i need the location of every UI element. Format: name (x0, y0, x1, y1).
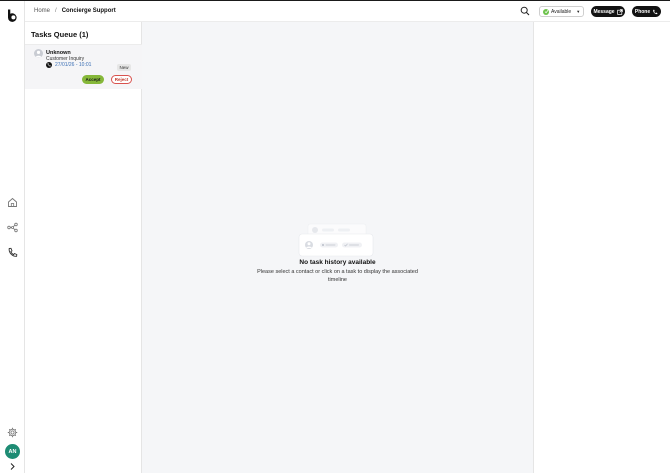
call-icon (46, 62, 52, 68)
left-rail: AN (0, 1, 25, 473)
search-icon[interactable] (520, 6, 530, 16)
available-check-icon (543, 8, 549, 15)
breadcrumb-current: Concierge Support (61, 8, 116, 14)
brand-logo[interactable] (6, 9, 19, 22)
phone-icon (653, 9, 658, 14)
task-timestamp: 27/01/26 - 10:01 (55, 62, 92, 68)
breadcrumb: Home / Concierge Support (34, 8, 116, 14)
status-badge: New (117, 64, 131, 71)
gear-icon[interactable] (7, 427, 18, 438)
tasks-queue-panel: Tasks Queue (1) Unknown Customer Inquiry… (25, 22, 142, 473)
accept-button[interactable]: Accept (82, 75, 104, 84)
availability-select[interactable]: Available ▼ (539, 6, 584, 17)
queue-title: Tasks Queue (1) (31, 30, 89, 39)
availability-label: Available (551, 8, 572, 15)
empty-state-description: Please select a contact or click on a ta… (257, 269, 418, 283)
empty-timeline-illustration (298, 223, 374, 257)
phone-nav-icon[interactable] (7, 247, 18, 258)
external-link-icon (616, 8, 623, 15)
breadcrumb-separator: / (55, 8, 57, 14)
task-card[interactable]: Unknown Customer Inquiry 27/01/26 - 10:0… (25, 45, 142, 89)
timeline-area: No task history available Please select … (142, 22, 533, 473)
phone-button[interactable]: Phone (632, 6, 661, 17)
message-button-label: Message (593, 8, 615, 15)
chevron-right-icon[interactable] (8, 462, 17, 471)
empty-state-title: No task history available (299, 259, 376, 266)
contact-avatar (34, 49, 43, 58)
caret-down-icon: ▼ (576, 9, 581, 14)
message-button[interactable]: Message (591, 6, 625, 17)
top-header: Home / Concierge Support Available ▼ Mes… (25, 1, 670, 22)
user-avatar[interactable]: AN (5, 444, 20, 459)
breadcrumb-home[interactable]: Home (34, 8, 50, 14)
workflow-icon[interactable] (7, 222, 18, 233)
reject-button[interactable]: Reject (111, 75, 132, 84)
phone-button-label: Phone (634, 8, 651, 15)
home-icon[interactable] (7, 197, 18, 208)
right-details-panel (533, 22, 670, 473)
